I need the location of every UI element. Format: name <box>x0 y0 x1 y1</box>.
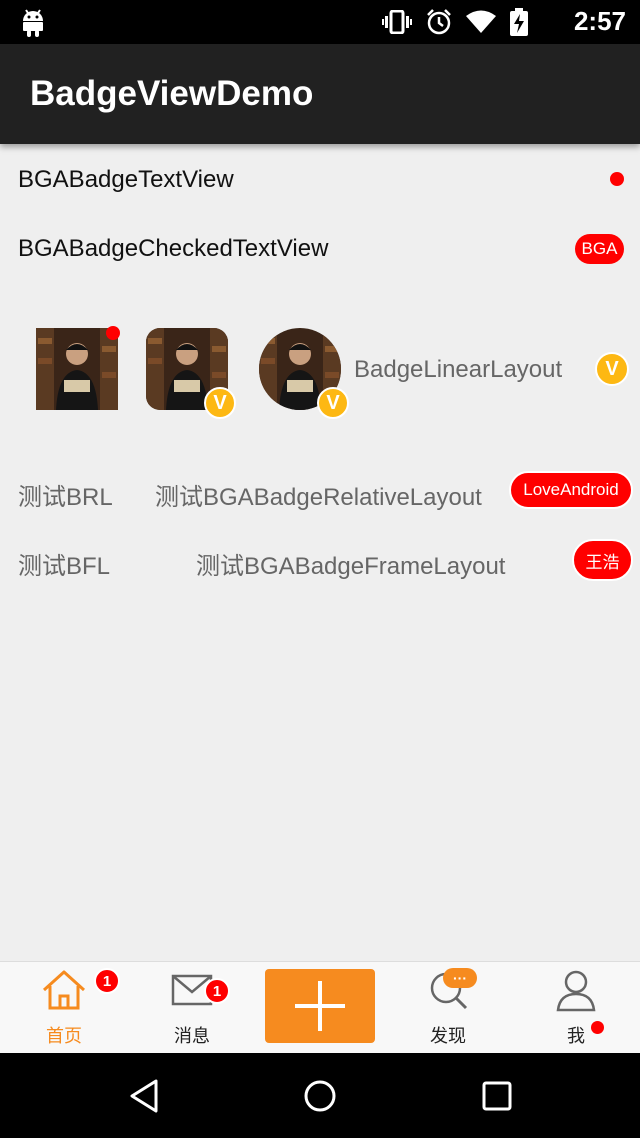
status-time: 2:57 <box>573 6 626 36</box>
avatar-photo <box>36 328 118 410</box>
user-icon <box>556 970 596 1012</box>
tab-me[interactable]: 我 <box>512 962 640 1054</box>
home-icon <box>42 970 86 1010</box>
home-count-badge: 1 <box>94 968 120 994</box>
badge-linear-layout[interactable]: BadgeLinearLayout <box>354 356 562 384</box>
tab-me-label: 我 <box>567 1026 585 1047</box>
v-badge: V <box>317 387 349 419</box>
home-nav-icon[interactable] <box>299 1075 341 1117</box>
red-dot-badge <box>610 172 624 186</box>
vibrate-icon <box>382 10 412 34</box>
back-icon[interactable] <box>124 1075 166 1117</box>
battery-charging-icon <box>510 8 528 36</box>
me-red-dot-badge <box>591 1021 604 1034</box>
plus-icon <box>295 981 345 1031</box>
v-badge: V <box>204 387 236 419</box>
app-title: BadgeViewDemo <box>30 74 314 113</box>
badge-frame-layout[interactable]: 测试BGABadgeFrameLayout <box>196 546 505 581</box>
android-icon <box>23 9 43 37</box>
tab-discover-label: 发现 <box>430 1026 466 1047</box>
plus-button[interactable] <box>265 969 375 1043</box>
love-android-badge: LoveAndroid <box>509 471 633 509</box>
tab-home-label: 首页 <box>46 1026 82 1047</box>
tab-messages-label: 消息 <box>174 1026 210 1047</box>
wanghao-badge: 王浩 <box>572 539 633 581</box>
alarm-icon <box>427 9 451 35</box>
red-dot-badge <box>106 326 120 340</box>
badge-checked-text-view[interactable]: BGABadgeCheckedTextView <box>18 235 328 263</box>
badge-relative-layout[interactable]: 测试BGABadgeRelativeLayout <box>155 477 482 512</box>
bga-badge: BGA <box>575 234 624 264</box>
app-bar: BadgeViewDemo <box>0 44 640 144</box>
badge-text-view[interactable]: BGABadgeTextView <box>18 166 234 194</box>
status-bar: 2:57 <box>0 0 640 44</box>
recents-icon[interactable] <box>476 1075 518 1117</box>
tab-messages[interactable]: 消息 <box>128 962 256 1054</box>
messages-count-badge: 1 <box>204 978 230 1004</box>
test-brl-label: 测试BRL <box>18 484 113 511</box>
test-bfl-label: 测试BFL <box>18 553 111 580</box>
discover-more-badge: ··· <box>443 968 477 988</box>
wifi-icon <box>466 10 496 33</box>
v-badge: V <box>595 352 629 386</box>
navigation-bar <box>0 1053 640 1138</box>
avatar-square[interactable] <box>36 328 118 410</box>
